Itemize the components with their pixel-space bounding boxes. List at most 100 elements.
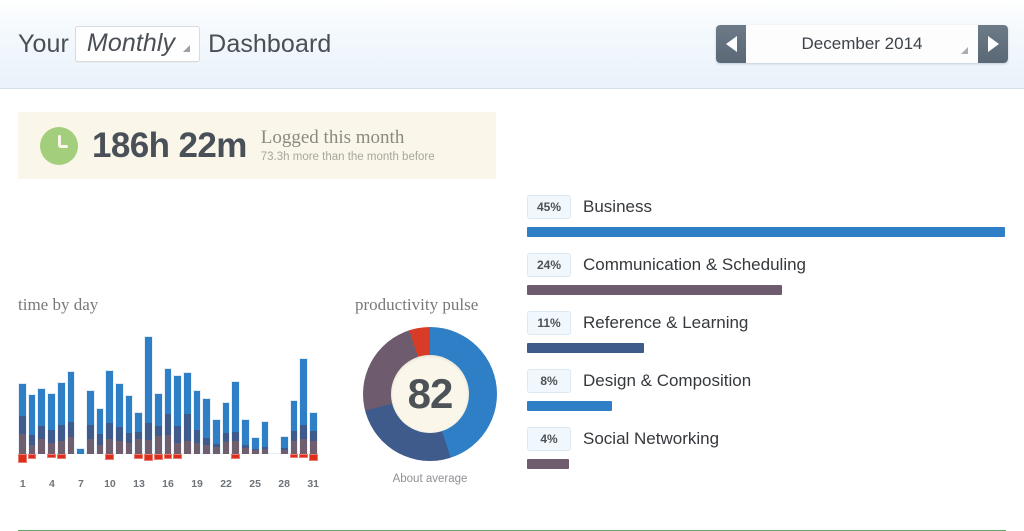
day-axis-tick: 22 (220, 478, 232, 490)
day-bar[interactable] (144, 335, 153, 461)
category-name: Social Networking (583, 429, 720, 448)
day-bar[interactable] (134, 412, 144, 459)
day-bar[interactable] (221, 402, 231, 454)
bar-segment (96, 433, 104, 446)
bar-segment (116, 383, 123, 428)
day-bar[interactable] (95, 408, 105, 454)
bar-segment (135, 412, 143, 433)
day-bar[interactable] (309, 412, 318, 461)
distracting-indicator (153, 454, 163, 460)
day-bar[interactable] (289, 400, 299, 458)
category-bar-track (527, 459, 1005, 469)
bar-segment (116, 427, 123, 441)
bar-segment (106, 438, 114, 454)
bar-segment (232, 381, 240, 432)
day-bar[interactable] (192, 389, 202, 454)
bar-segment (261, 421, 269, 448)
bar-segment (135, 432, 143, 439)
bar-segment (19, 416, 26, 434)
category-item[interactable]: 11% Reference & Learning (527, 311, 1005, 353)
bar-segment (96, 445, 104, 454)
day-axis-tick: 28 (278, 478, 290, 490)
bar-segment (19, 433, 26, 454)
category-item[interactable]: 4% Social Networking (527, 427, 1005, 469)
distracting-indicator (144, 454, 153, 461)
day-bar[interactable] (124, 395, 134, 454)
pulse-score: 82 (407, 370, 454, 417)
bar-segment (57, 382, 65, 426)
caret-down-icon (183, 44, 191, 52)
day-bar[interactable] (18, 382, 27, 463)
category-item[interactable]: 8% Design & Composition (527, 369, 1005, 411)
bar-segment (67, 371, 75, 423)
day-bar[interactable] (182, 371, 192, 454)
day-bar[interactable] (212, 418, 221, 454)
day-bar[interactable] (231, 380, 241, 459)
date-period-dropdown[interactable]: December 2014 (746, 25, 978, 63)
category-item[interactable]: 45% Business (527, 195, 1005, 237)
day-axis-tick: 13 (133, 478, 145, 490)
day-bar[interactable] (47, 393, 56, 458)
day-axis-tick: 7 (77, 478, 84, 490)
day-axis-tick: 31 (307, 478, 319, 490)
bar-segment (300, 359, 308, 425)
distracting-indicator (289, 454, 299, 458)
bar-segment (310, 431, 317, 441)
day-bar[interactable] (85, 389, 95, 454)
bar-segment (193, 390, 201, 430)
day-bar[interactable] (250, 437, 260, 454)
bar-segment (28, 434, 36, 446)
category-item[interactable]: 24% Communication & Scheduling (527, 253, 1005, 295)
bar-segment (154, 435, 162, 454)
day-axis-labels: 1 4 7 10 13 16 19 22 25 28 31 (18, 478, 319, 494)
bar-segment (57, 425, 65, 441)
distracting-indicator (173, 454, 182, 459)
bar-segment (77, 449, 84, 454)
bar-segment (48, 429, 55, 444)
donut-center: 82 (391, 355, 469, 433)
day-bar[interactable] (241, 418, 250, 454)
day-bar[interactable] (76, 448, 85, 454)
bar-segment (125, 432, 133, 444)
day-axis-tick: 1 (19, 478, 26, 490)
day-bar[interactable] (299, 358, 309, 458)
previous-period-button[interactable] (716, 25, 746, 63)
bar-segment (106, 371, 114, 424)
bar-segment (86, 425, 94, 439)
arrow-right-icon (987, 36, 999, 52)
bar-segment (222, 441, 230, 454)
productivity-pulse-panel: productivity pulse 82 About average (355, 295, 505, 485)
bar-segment (154, 394, 162, 427)
bar-segment (145, 336, 152, 423)
scope-dropdown[interactable]: Monthly (74, 26, 201, 62)
day-bar[interactable] (37, 387, 47, 454)
day-bar[interactable] (279, 436, 289, 454)
bar-segment (203, 437, 211, 446)
bar-segment (116, 440, 123, 454)
bar-segment (145, 423, 152, 441)
next-period-button[interactable] (978, 25, 1008, 63)
day-bar[interactable] (115, 382, 124, 454)
category-header: 8% Design & Composition (527, 369, 1005, 393)
day-bar[interactable] (66, 370, 76, 454)
day-bar[interactable] (105, 370, 115, 460)
time-by-day-panel: time by day 1 4 7 10 13 16 19 22 25 28 31 (18, 295, 338, 494)
day-bar[interactable] (202, 398, 212, 454)
bar-segment (242, 448, 249, 454)
category-header: 24% Communication & Scheduling (527, 253, 1005, 277)
day-bar[interactable] (173, 374, 182, 459)
distracting-indicator (231, 454, 241, 459)
day-bar[interactable] (163, 368, 173, 459)
date-period-value: December 2014 (801, 34, 923, 53)
day-bar[interactable] (153, 393, 163, 460)
day-bar[interactable] (270, 453, 279, 454)
day-bar[interactable] (260, 420, 270, 454)
bar-segment (261, 449, 269, 454)
distracting-indicator (56, 454, 66, 459)
day-bar[interactable] (27, 394, 37, 459)
day-bar[interactable] (56, 381, 66, 459)
bar-segment (86, 438, 94, 454)
bar-segment (38, 426, 46, 439)
logged-summary-subtitle: 73.3h more than the month before (260, 150, 435, 163)
bar-segment (213, 447, 220, 454)
